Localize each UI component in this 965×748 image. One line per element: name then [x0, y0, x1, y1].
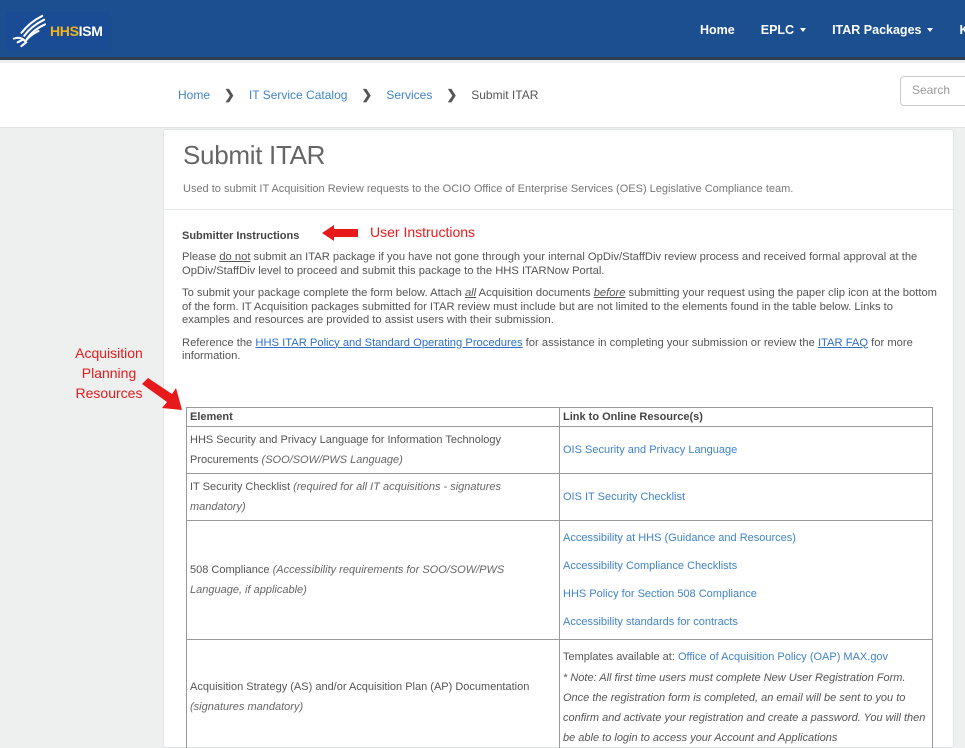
- nav-eplc-label: EPLC: [760, 23, 795, 37]
- logo-ism-text: ISM: [78, 23, 103, 39]
- submit-itar-card: Submit ITAR Used to submit IT Acquisitio…: [163, 129, 954, 748]
- search-placeholder: Search: [912, 83, 951, 97]
- text: Reference the: [182, 336, 256, 349]
- nav-knowledge-label: Knowledge: [959, 23, 965, 37]
- table-row: 508 Compliance (Accessibility requiremen…: [186, 520, 933, 640]
- templates-prefix: Templates available at:: [563, 650, 678, 663]
- top-navbar: HHS ISM Home EPLC ITAR Packages Knowledg…: [0, 0, 965, 60]
- element-text: IT Security Checklist: [190, 481, 294, 493]
- annotation-arrow-diagonal-icon: [142, 378, 182, 410]
- table-header-row: Element Link to Online Resource(s): [186, 407, 933, 427]
- header-link: Link to Online Resource(s): [559, 407, 933, 427]
- element-cell: HHS Security and Privacy Language for In…: [186, 426, 560, 474]
- breadcrumb-current: Submit ITAR: [471, 88, 539, 102]
- header-element: Element: [186, 407, 560, 427]
- nav-menu: Home EPLC ITAR Packages Knowledge: [700, 0, 965, 60]
- element-cell: IT Security Checklist (required for all …: [186, 473, 560, 521]
- text: Acquisition documents: [476, 287, 594, 299]
- itar-faq-link[interactable]: ITAR FAQ: [818, 337, 868, 349]
- section-508-policy-link[interactable]: HHS Policy for Section 508 Compliance: [563, 580, 929, 608]
- emphasis-text: do not: [219, 251, 251, 263]
- hhs-ism-logo[interactable]: HHS ISM: [6, 12, 110, 50]
- breadcrumb-services[interactable]: Services: [386, 88, 432, 102]
- instruction-paragraph-3: Reference the HHS ITAR Policy and Standa…: [182, 337, 942, 364]
- element-italic-text: (signatures mandatory): [190, 700, 304, 713]
- nav-home-label: Home: [700, 23, 735, 37]
- annotation-line: Acquisition: [75, 345, 143, 361]
- nav-itar-packages-dropdown[interactable]: ITAR Packages: [832, 23, 934, 37]
- caret-down-icon: [800, 28, 807, 32]
- link-cell: Accessibility at HHS (Guidance and Resou…: [559, 520, 933, 640]
- left-gutter: [0, 129, 163, 748]
- nav-knowledge[interactable]: Knowledge: [959, 23, 965, 37]
- text: To submit your package complete the form…: [182, 287, 465, 299]
- page-title: Submit ITAR: [183, 140, 326, 170]
- element-cell: 508 Compliance (Accessibility requiremen…: [186, 520, 560, 640]
- link-cell: OIS IT Security Checklist: [559, 473, 933, 521]
- link-cell: OIS Security and Privacy Language: [559, 426, 933, 474]
- nav-eplc-dropdown[interactable]: EPLC: [760, 23, 807, 37]
- breadcrumb-it-service-catalog[interactable]: IT Service Catalog: [249, 88, 348, 102]
- element-italic-text: (SOO/SOW/PWS Language): [261, 454, 403, 466]
- registration-note: * Note: All first time users must comple…: [563, 671, 926, 744]
- card-body: Submitter Instructions Please do not sub…: [164, 210, 953, 364]
- hhs-eagle-icon: [12, 14, 47, 48]
- oap-max-gov-link[interactable]: Office of Acquisition Policy (OAP) MAX.g…: [678, 651, 888, 663]
- annotation-arrow-left-icon: [322, 225, 358, 241]
- table-row: HHS Security and Privacy Language for In…: [186, 426, 933, 474]
- element-text: Acquisition Strategy (AS) and/or Acquisi…: [190, 680, 530, 693]
- table-row: Acquisition Strategy (AS) and/or Acquisi…: [186, 639, 933, 748]
- nav-itar-packages-label: ITAR Packages: [832, 23, 922, 37]
- card-header: Submit ITAR Used to submit IT Acquisitio…: [164, 130, 953, 210]
- chevron-right-icon: ❯: [224, 87, 235, 102]
- accessibility-checklists-link[interactable]: Accessibility Compliance Checklists: [563, 552, 929, 580]
- element-cell: Acquisition Strategy (AS) and/or Acquisi…: [186, 639, 560, 748]
- emphasis-text: before: [593, 287, 626, 299]
- page-description: Used to submit IT Acquisition Review req…: [183, 183, 794, 195]
- chevron-right-icon: ❯: [361, 87, 373, 102]
- accessibility-standards-link[interactable]: Accessibility standards for contracts: [563, 608, 929, 636]
- link-cell: Templates available at: Office of Acquis…: [559, 639, 933, 748]
- breadcrumb-home[interactable]: Home: [178, 88, 210, 102]
- element-text: 508 Compliance: [190, 564, 273, 576]
- submitter-instructions-heading: Submitter Instructions: [182, 230, 300, 242]
- search-input[interactable]: Search: [900, 76, 965, 106]
- table-row: IT Security Checklist (required for all …: [186, 473, 933, 521]
- instruction-paragraph-2: To submit your package complete the form…: [182, 287, 942, 328]
- instruction-paragraph-1: Please do not submit an ITAR package if …: [182, 251, 942, 278]
- text: submit an ITAR package if you have not g…: [182, 251, 918, 277]
- annotation-user-instructions: User Instructions: [370, 224, 476, 240]
- caret-down-icon: [927, 28, 934, 32]
- ois-security-privacy-link[interactable]: OIS Security and Privacy Language: [563, 444, 929, 456]
- resources-table: Element Link to Online Resource(s) HHS S…: [186, 407, 933, 748]
- itar-policy-sop-link[interactable]: HHS ITAR Policy and Standard Operating P…: [255, 337, 522, 349]
- breadcrumb: Home ❯ IT Service Catalog ❯ Services ❯ S…: [178, 87, 538, 103]
- breadcrumb-bar: Home ❯ IT Service Catalog ❯ Services ❯ S…: [0, 63, 965, 128]
- emphasis-text: all: [464, 287, 477, 299]
- logo-hhs-text: HHS: [50, 23, 79, 39]
- text: for assistance in completing your submis…: [522, 336, 818, 349]
- nav-home[interactable]: Home: [700, 23, 735, 37]
- ois-it-security-checklist-link[interactable]: OIS IT Security Checklist: [563, 491, 929, 503]
- text: Please: [182, 251, 220, 263]
- accessibility-at-hhs-link[interactable]: Accessibility at HHS (Guidance and Resou…: [563, 524, 929, 552]
- chevron-right-icon: ❯: [446, 87, 458, 102]
